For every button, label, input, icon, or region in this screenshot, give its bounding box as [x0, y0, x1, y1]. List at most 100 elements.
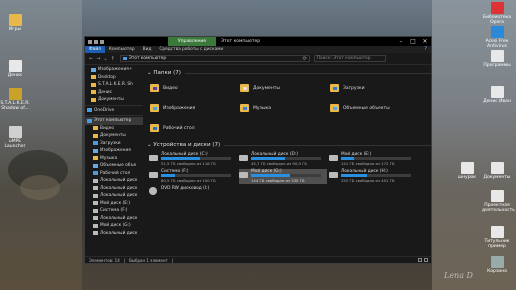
manage-context-tab[interactable]: Управление — [168, 37, 216, 46]
recent-chevron-icon[interactable]: ⌄ — [103, 56, 107, 62]
folder-icon — [93, 171, 98, 176]
maximize-button[interactable]: □ — [407, 37, 419, 46]
nav-item[interactable]: Изображения — [85, 147, 143, 155]
nav-item[interactable]: Документы — [85, 132, 143, 140]
left-desktop-icon[interactable]: uMPE Launcher — [0, 126, 30, 149]
address-bar[interactable]: Этот компьютер ⟳ — [119, 55, 310, 62]
tab-computer[interactable]: Компьютер — [105, 46, 139, 53]
nav-item[interactable]: Этот компьютер — [85, 117, 143, 125]
nav-item[interactable]: Объемные объе — [85, 162, 143, 170]
drive-item[interactable]: Система (F:) 80,5 ГБ свободно из 100 ГБ — [149, 169, 237, 184]
drive-item[interactable]: Локальный диск (D:) 45,7 ГБ свободно из 9… — [239, 152, 327, 167]
nav-item[interactable]: Музыка — [85, 155, 143, 163]
folder-item[interactable]: Изображения — [150, 99, 235, 117]
nav-item-label: Изображения — [100, 148, 131, 154]
nav-item[interactable]: Локальный диск — [85, 192, 143, 200]
drive-free-space: 141 ГБ свободно из 172 ГБ — [341, 161, 395, 166]
folder-icon — [93, 178, 98, 183]
quick-access-toolbar[interactable] — [88, 39, 104, 44]
computer-icon[interactable] — [88, 39, 92, 44]
drive-item[interactable]: Мой диск (E:) 141 ГБ свободно из 172 ГБ — [329, 152, 417, 167]
hard-drive-icon — [329, 155, 338, 161]
nav-item[interactable]: Денис — [85, 89, 143, 97]
shortcut-icon — [490, 86, 504, 98]
folder-item[interactable]: Музыка — [240, 99, 325, 117]
nav-item[interactable]: OneDrive — [85, 107, 143, 115]
content-pane[interactable]: ⌄ Папки (7) Видео Документы Загрузки Изобра… — [147, 69, 431, 253]
drive-item[interactable]: Мой диск (G:) 144 ГБ свободно из 330 ГБ — [239, 169, 327, 184]
tab-file[interactable]: Файл — [85, 46, 105, 53]
right-desktop-icon[interactable]: Acesi Free Antivirus — [482, 26, 512, 49]
nav-item[interactable]: Загрузки — [85, 140, 143, 148]
details-view-icon[interactable] — [418, 258, 422, 262]
folder-item[interactable]: Видео — [150, 79, 235, 97]
left-desktop-icon[interactable]: Денис — [0, 60, 30, 78]
drives-grid: Локальный диск (C:) 51,5 ГБ свободно из 1… — [147, 152, 431, 222]
right-desktop-icon[interactable]: Корзина — [482, 256, 512, 274]
nav-item[interactable]: Локальный диск — [85, 177, 143, 185]
folder-item[interactable]: Загрузки — [330, 79, 415, 97]
title-bar[interactable]: Управление Этот компьютер – □ ✕ — [85, 37, 431, 46]
watermark-signature: Lena D — [444, 271, 473, 280]
explorer-window[interactable]: Управление Этот компьютер – □ ✕ Файл Ком… — [84, 36, 432, 264]
pin-icon[interactable]: ✦ — [129, 67, 133, 72]
group-header-drives[interactable]: ⌄ Устройства и диски (7) — [147, 141, 431, 149]
folder-icon — [93, 133, 98, 138]
right-desktop-icon[interactable]: Денис Иван — [482, 86, 512, 104]
back-arrow-icon[interactable]: ← — [89, 56, 93, 62]
tab-drive-tools[interactable]: Средства работы с дисками — [155, 46, 227, 53]
navigation-pane[interactable]: Изображения ✦ Desktop S.T.A.L.K.E.R. Sh Ден… — [85, 66, 143, 253]
hard-drive-icon — [149, 172, 158, 178]
nav-item[interactable]: Рабочий стол — [85, 170, 143, 178]
right-desktop-icon[interactable]: Библиотека Opera — [482, 2, 512, 25]
nav-item-label: Desktop — [98, 74, 116, 80]
nav-item-label: Мой диск (E:) — [100, 200, 131, 206]
folders-grid: Видео Документы Загрузки Изображения Музыка О… — [147, 77, 431, 141]
ribbon-tabs: Файл Компьютер Вид Средства работы с дис… — [85, 46, 431, 53]
nav-item[interactable]: Изображения ✦ — [85, 66, 143, 74]
nav-item[interactable]: S.T.A.L.K.E.R. Sh — [85, 81, 143, 89]
drive-item[interactable]: Локальный диск (H:) 252 ГБ свободно из 40… — [329, 169, 417, 184]
new-folder-icon[interactable] — [100, 39, 104, 44]
refresh-icon[interactable]: ⟳ — [303, 56, 309, 62]
folder-item[interactable]: Рабочий стол — [150, 119, 235, 137]
right-desktop-icon[interactable]: Документы — [482, 162, 512, 180]
nav-item[interactable]: Видео — [85, 125, 143, 133]
desktop-icon-label: Денис Иван — [483, 99, 511, 104]
right-desktop-icon[interactable]: Программы — [482, 50, 512, 68]
tiles-view-icon[interactable] — [424, 258, 428, 262]
nav-item[interactable]: Система (F:) — [85, 207, 143, 215]
drive-item[interactable]: Локальный диск (C:) 51,5 ГБ свободно из 1… — [149, 152, 237, 167]
group-header-folders[interactable]: ⌄ Папки (7) — [147, 69, 431, 77]
nav-item[interactable]: Мой диск (E:) — [85, 200, 143, 208]
folder-icon — [93, 141, 98, 146]
search-input[interactable]: Поиск: Этот компьютер — [313, 55, 386, 62]
nav-item[interactable]: Мой диск (G:) — [85, 222, 143, 230]
nav-item[interactable]: Документы — [85, 96, 143, 104]
properties-icon[interactable] — [94, 39, 98, 44]
up-arrow-icon[interactable]: ↑ — [111, 56, 115, 62]
status-bar: Элементов: 14 | Выбран 1 элемент | — [85, 256, 431, 263]
nav-item[interactable]: Desktop — [85, 74, 143, 82]
close-button[interactable]: ✕ — [419, 37, 431, 46]
nav-item-label: Документы — [98, 97, 124, 103]
shortcut-icon — [8, 88, 22, 100]
help-icon[interactable]: ? — [420, 46, 431, 53]
nav-item[interactable]: Локальный диск — [85, 215, 143, 223]
right-desktop-icon[interactable]: шнурок — [452, 162, 482, 180]
right-desktop-icon[interactable]: Титульник пример — [482, 226, 512, 249]
forward-arrow-icon[interactable]: → — [96, 56, 100, 62]
right-desktop-icon[interactable]: Проектная деятельность — [482, 190, 515, 213]
nav-item[interactable]: Локальный диск — [85, 185, 143, 193]
folder-icon — [93, 216, 98, 221]
desktop-icon-label: Программы — [483, 63, 511, 68]
folder-item[interactable]: Документы — [240, 79, 325, 97]
tab-view[interactable]: Вид — [139, 46, 156, 53]
drive-item[interactable]: DVD RW дисковод (I:) — [149, 186, 237, 201]
nav-item[interactable]: Локальный диск — [85, 230, 143, 238]
folder-icon — [87, 118, 92, 123]
minimize-button[interactable]: – — [395, 37, 407, 46]
left-desktop-icon[interactable]: S.T.A.L.K.E.R. Shadow of... — [0, 88, 30, 111]
left-desktop-icon[interactable]: Игры — [0, 14, 30, 32]
folder-item[interactable]: Объемные объекты — [330, 99, 415, 117]
